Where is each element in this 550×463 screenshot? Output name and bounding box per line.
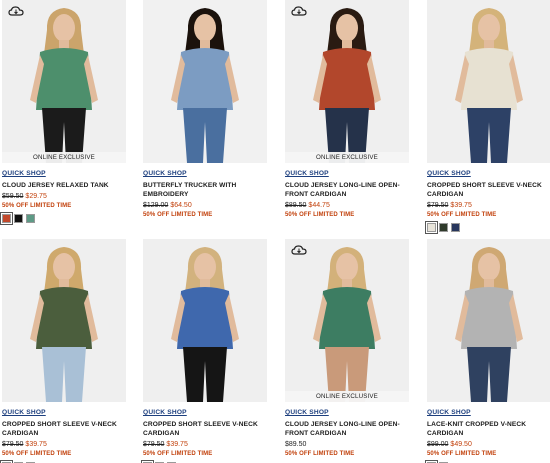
quick-shop-link[interactable]: QUICK SHOP (427, 409, 471, 416)
quick-shop-link[interactable]: QUICK SHOP (427, 170, 471, 177)
product-image[interactable] (143, 0, 267, 163)
color-swatches (0, 212, 35, 225)
price-original: $79.50 (427, 202, 449, 209)
product-price: $129.00 $64.50 (143, 202, 192, 209)
promo-label: 50% OFF LIMITED TIME (2, 451, 72, 457)
product-card[interactable]: QUICK SHOP CROPPED SHORT SLEEVE V-NECK CA… (425, 0, 550, 234)
online-exclusive-badge: ONLINE EXCLUSIVE (285, 391, 409, 402)
product-name[interactable]: CROPPED SHORT SLEEVE V-NECK CARDIGAN (143, 421, 267, 438)
product-card[interactable]: ONLINE EXCLUSIVE QUICK SHOP CLOUD JERSEY L… (285, 0, 409, 225)
price-original: $79.50 (2, 441, 24, 448)
price-sale: $29.75 (25, 193, 47, 200)
product-image[interactable] (2, 239, 126, 402)
product-image[interactable]: ONLINE EXCLUSIVE (285, 239, 409, 402)
product-price: $89.50 (285, 441, 306, 448)
product-price: $79.50 $39.75 (2, 441, 47, 448)
quick-shop-link[interactable]: QUICK SHOP (2, 170, 46, 177)
product-card[interactable]: QUICK SHOP CROPPED SHORT SLEEVE V-NECK CA… (0, 239, 126, 463)
quick-shop-link[interactable]: QUICK SHOP (143, 170, 187, 177)
product-card[interactable]: QUICK SHOP CROPPED SHORT SLEEVE V-NECK CA… (141, 239, 267, 463)
price-original: $99.00 (427, 441, 449, 448)
color-swatch[interactable] (26, 214, 35, 223)
product-price: $79.50 $39.75 (143, 441, 188, 448)
quick-shop-link[interactable]: QUICK SHOP (285, 409, 329, 416)
product-card[interactable]: QUICK SHOP BUTTERFLY TRUCKER WITH EMBROID… (143, 0, 267, 225)
color-swatches (425, 221, 460, 234)
product-image[interactable]: ONLINE EXCLUSIVE (2, 0, 126, 163)
product-card[interactable]: QUICK SHOP LACE-KNIT CROPPED V-NECK CARDI… (425, 239, 550, 463)
product-image[interactable] (427, 239, 550, 402)
online-exclusive-badge: ONLINE EXCLUSIVE (285, 152, 409, 163)
product-price: $59.50 $29.75 (2, 193, 47, 200)
price-original: $59.50 (2, 193, 24, 200)
price-original: $79.50 (143, 441, 165, 448)
color-swatch[interactable] (14, 214, 23, 223)
price-sale: $44.75 (308, 202, 330, 209)
promo-label: 50% OFF LIMITED TIME (427, 451, 497, 457)
product-card[interactable]: ONLINE EXCLUSIVE QUICK SHOP CLOUD JERSEY R… (0, 0, 126, 225)
online-exclusive-badge: ONLINE EXCLUSIVE (2, 152, 126, 163)
product-name[interactable]: BUTTERFLY TRUCKER WITH EMBROIDERY (143, 182, 267, 199)
color-swatch[interactable] (0, 212, 13, 225)
promo-label: 50% OFF LIMITED TIME (285, 451, 355, 457)
color-swatch[interactable] (425, 221, 438, 234)
price-original: $129.00 (143, 202, 169, 209)
product-name[interactable]: CROPPED SHORT SLEEVE V-NECK CARDIGAN (427, 182, 550, 199)
price-original: $89.50 (285, 202, 307, 209)
color-swatch[interactable] (439, 223, 448, 232)
product-name[interactable]: CLOUD JERSEY LONG-LINE OPEN-FRONT CARDIG… (285, 182, 409, 199)
price-sale: $39.75 (450, 202, 472, 209)
promo-label: 50% OFF LIMITED TIME (2, 203, 72, 209)
product-name[interactable]: CLOUD JERSEY LONG-LINE OPEN-FRONT CARDIG… (285, 421, 409, 438)
promo-label: 50% OFF LIMITED TIME (143, 212, 213, 218)
product-image[interactable] (143, 239, 267, 402)
product-name[interactable]: CLOUD JERSEY RELAXED TANK (2, 182, 126, 191)
promo-label: 50% OFF LIMITED TIME (427, 212, 497, 218)
product-name[interactable]: CROPPED SHORT SLEEVE V-NECK CARDIGAN (2, 421, 126, 438)
product-image[interactable]: ONLINE EXCLUSIVE (285, 0, 409, 163)
product-price: $79.50 $39.75 (427, 202, 472, 209)
product-image[interactable] (427, 0, 550, 163)
price-current: $89.50 (285, 441, 307, 448)
price-sale: $49.50 (450, 441, 472, 448)
cloud-icon (8, 5, 24, 17)
quick-shop-link[interactable]: QUICK SHOP (285, 170, 329, 177)
price-sale: $39.75 (166, 441, 188, 448)
cloud-icon (291, 244, 307, 256)
price-sale: $64.50 (170, 202, 192, 209)
cloud-icon (291, 5, 307, 17)
product-card[interactable]: ONLINE EXCLUSIVE QUICK SHOP CLOUD JERSEY L… (285, 239, 409, 463)
quick-shop-link[interactable]: QUICK SHOP (2, 409, 46, 416)
price-sale: $39.75 (25, 441, 47, 448)
product-price: $99.00 $49.50 (427, 441, 472, 448)
promo-label: 50% OFF LIMITED TIME (143, 451, 213, 457)
product-price: $89.50 $44.75 (285, 202, 330, 209)
quick-shop-link[interactable]: QUICK SHOP (143, 409, 187, 416)
color-swatch[interactable] (451, 223, 460, 232)
promo-label: 50% OFF LIMITED TIME (285, 212, 355, 218)
product-name[interactable]: LACE-KNIT CROPPED V-NECK CARDIGAN (427, 421, 550, 438)
